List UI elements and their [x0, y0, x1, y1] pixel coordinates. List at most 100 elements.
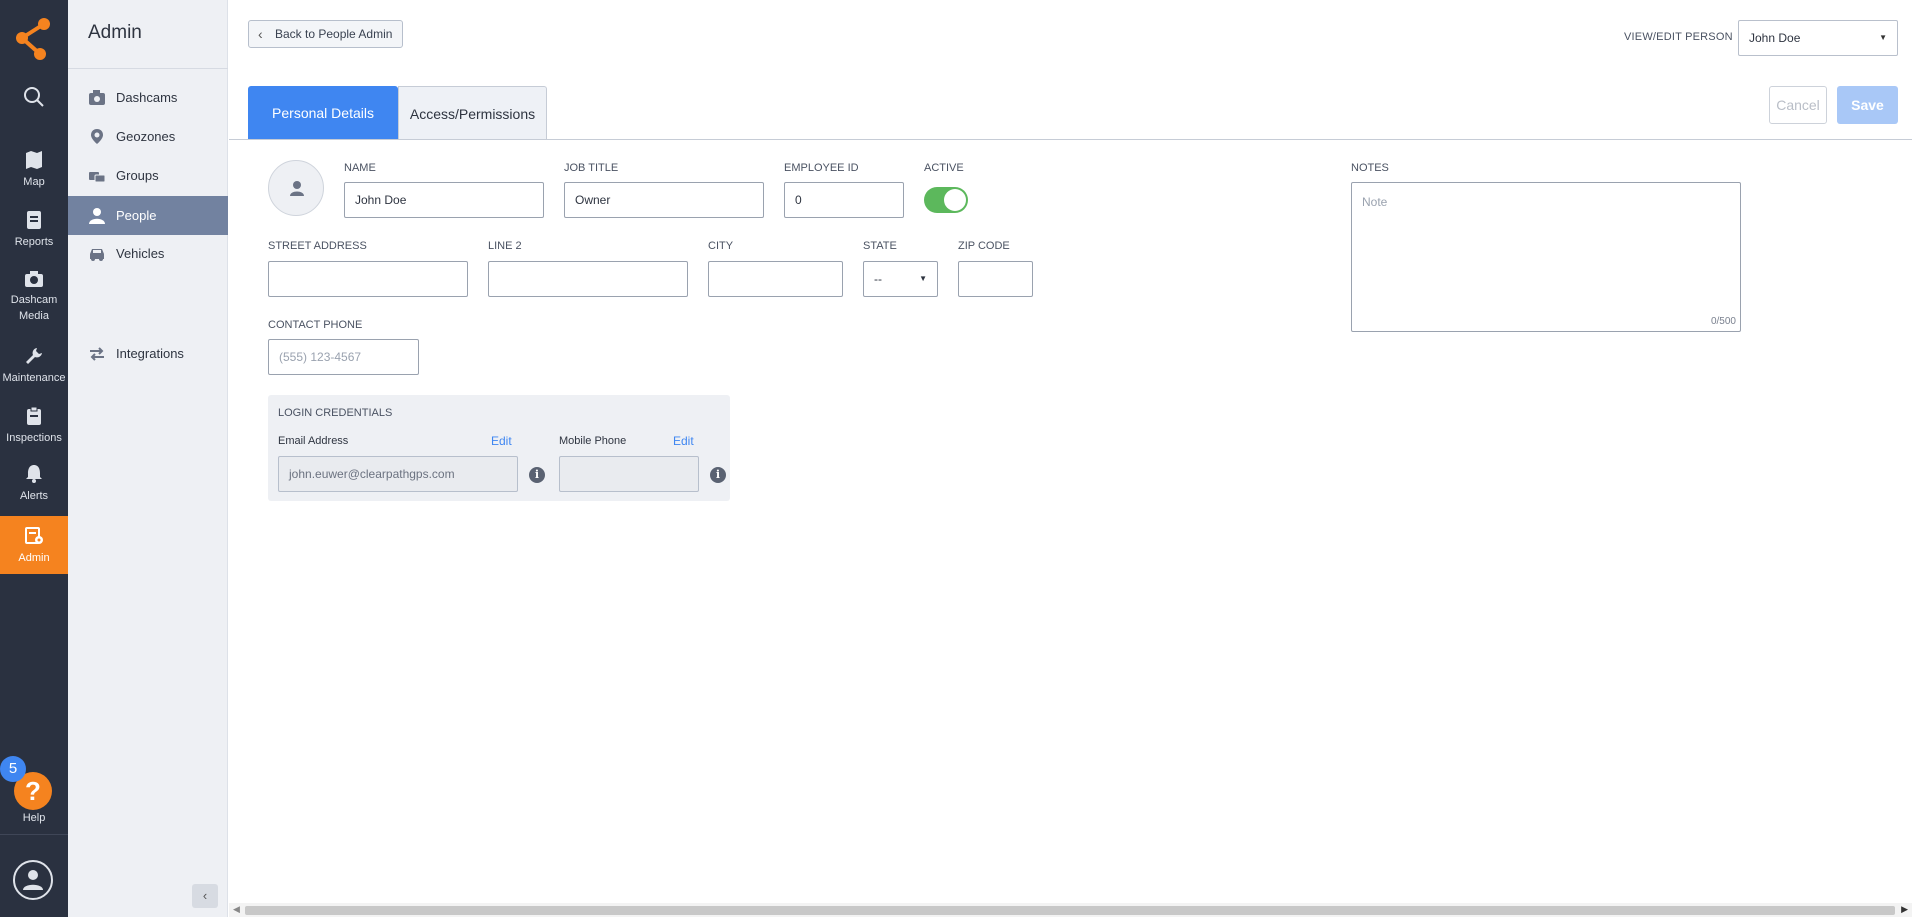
- toggle-knob: [944, 189, 966, 211]
- rail-divider: [0, 834, 68, 835]
- clearpath-logo-icon[interactable]: [14, 16, 54, 60]
- notes-label: NOTES: [1351, 162, 1389, 174]
- app-rail: Map Reports Dashcam Media Maintenance In…: [0, 0, 68, 917]
- job-title-label: JOB TITLE: [564, 162, 619, 174]
- sidebar-item-dashcams[interactable]: Dashcams: [68, 78, 228, 117]
- user-icon: [23, 870, 43, 890]
- mobile-phone-label: Mobile Phone: [559, 435, 627, 447]
- map-icon: [26, 151, 42, 169]
- rail-item-admin[interactable]: Admin: [0, 516, 68, 574]
- horizontal-scrollbar[interactable]: ◀ ▶: [229, 903, 1912, 917]
- employee-id-input[interactable]: 0: [784, 182, 904, 218]
- city-label: CITY: [708, 240, 734, 252]
- street-address-input[interactable]: [268, 261, 468, 297]
- camera-icon: [89, 90, 105, 105]
- tab-personal-details[interactable]: Personal Details: [248, 86, 398, 140]
- email-info-icon[interactable]: i: [529, 467, 545, 483]
- scrollbar-thumb[interactable]: [245, 906, 1895, 915]
- mobile-info-icon[interactable]: i: [710, 467, 726, 483]
- street-address-label: STREET ADDRESS: [268, 240, 367, 252]
- edit-mobile-link[interactable]: Edit: [673, 434, 694, 448]
- sidebar-item-label: Vehicles: [116, 246, 165, 261]
- rail-item-label: Dashcam Media: [10, 294, 58, 322]
- notes-placeholder: Note: [1362, 195, 1388, 209]
- rail-item-label: Map: [23, 176, 45, 188]
- sidebar-item-label: Integrations: [116, 346, 184, 361]
- sidebar-item-integrations[interactable]: Integrations: [68, 334, 228, 373]
- caret-down-icon: ▼: [919, 274, 927, 283]
- camera-icon: [25, 271, 43, 287]
- active-toggle[interactable]: [924, 187, 968, 213]
- email-address-field: john.euwer@clearpathgps.com: [278, 456, 518, 492]
- mobile-phone-field: [559, 456, 699, 492]
- collapse-sidebar-button[interactable]: ‹: [192, 884, 218, 908]
- contact-phone-input[interactable]: (555) 123-4567: [268, 339, 419, 375]
- admin-sidebar: Admin Dashcams Geozones Groups People Ve…: [68, 0, 228, 917]
- rail-item-maintenance[interactable]: Maintenance: [0, 346, 68, 388]
- city-input[interactable]: [708, 261, 843, 297]
- back-button-label: Back to People Admin: [275, 27, 393, 41]
- rail-item-label: Inspections: [6, 432, 62, 444]
- rail-item-label: Maintenance: [2, 372, 66, 384]
- rail-item-label: Alerts: [19, 490, 49, 502]
- search-icon: [24, 87, 44, 107]
- clipboard-icon: [27, 406, 41, 425]
- admin-settings-icon: [25, 527, 43, 544]
- login-credentials-title: LOGIN CREDENTIALS: [278, 407, 393, 419]
- line2-input[interactable]: [488, 261, 688, 297]
- rail-item-label: Reports: [14, 236, 54, 248]
- name-input[interactable]: John Doe: [344, 182, 544, 218]
- chevron-left-icon: ‹: [258, 26, 263, 42]
- person-select-value: John Doe: [1749, 31, 1801, 45]
- notes-textarea[interactable]: Note 0/500: [1351, 182, 1741, 332]
- rail-item-alerts[interactable]: Alerts: [0, 464, 68, 506]
- chevron-left-icon: ‹: [202, 888, 208, 903]
- employee-id-label: EMPLOYEE ID: [784, 162, 859, 174]
- help-notification-badge: 5: [0, 756, 26, 782]
- help-button[interactable]: 5 ? Help: [0, 756, 68, 826]
- job-title-input[interactable]: Owner: [564, 182, 764, 218]
- sidebar-item-label: People: [116, 208, 157, 223]
- user-account-button[interactable]: [13, 860, 53, 900]
- email-address-label: Email Address: [278, 435, 349, 447]
- scroll-left-arrow-icon[interactable]: ◀: [233, 904, 240, 915]
- sidebar-item-vehicles[interactable]: Vehicles: [68, 234, 228, 273]
- rail-item-reports[interactable]: Reports: [0, 210, 68, 252]
- edit-email-link[interactable]: Edit: [491, 434, 512, 448]
- line2-label: LINE 2: [488, 240, 522, 252]
- rail-search[interactable]: [0, 86, 68, 116]
- tab-access-permissions[interactable]: Access/Permissions: [398, 86, 547, 140]
- state-select-value: --: [874, 272, 882, 286]
- state-select[interactable]: -- ▼: [863, 261, 938, 297]
- scroll-right-arrow-icon[interactable]: ▶: [1901, 904, 1908, 915]
- save-button[interactable]: Save: [1837, 86, 1898, 124]
- contact-phone-label: CONTACT PHONE: [268, 319, 363, 331]
- caret-down-icon: ▼: [1879, 33, 1887, 42]
- back-to-people-admin-button[interactable]: ‹ Back to People Admin: [248, 20, 404, 48]
- zip-code-input[interactable]: [958, 261, 1033, 297]
- profile-avatar[interactable]: [268, 160, 324, 216]
- state-label: STATE: [863, 240, 897, 252]
- help-label: Help: [22, 812, 46, 824]
- sidebar-item-groups[interactable]: Groups: [68, 156, 228, 195]
- report-icon: [27, 211, 41, 229]
- rail-item-inspections[interactable]: Inspections: [0, 406, 68, 448]
- person-select[interactable]: John Doe ▼: [1738, 20, 1898, 56]
- cancel-button[interactable]: Cancel: [1769, 86, 1827, 124]
- sidebar-title: Admin: [88, 22, 142, 43]
- sidebar-item-label: Geozones: [116, 129, 176, 144]
- notes-char-counter: 0/500: [1710, 316, 1736, 327]
- sidebar-item-geozones[interactable]: Geozones: [68, 117, 228, 156]
- main-content: ‹ Back to People Admin VIEW/EDIT PERSON …: [229, 0, 1912, 917]
- vehicles-group-icon: [89, 172, 106, 183]
- name-label: NAME: [344, 162, 376, 174]
- rail-item-dashcam-media[interactable]: Dashcam Media: [0, 270, 68, 326]
- view-edit-person-label: VIEW/EDIT PERSON: [1624, 31, 1733, 43]
- zip-code-label: ZIP CODE: [958, 240, 1010, 252]
- rail-item-label: Admin: [18, 552, 50, 564]
- rail-item-map[interactable]: Map: [0, 150, 68, 192]
- swap-arrows-icon: [90, 347, 104, 361]
- sidebar-item-people[interactable]: People: [68, 196, 228, 235]
- active-label: ACTIVE: [924, 162, 964, 174]
- car-icon: [90, 249, 104, 261]
